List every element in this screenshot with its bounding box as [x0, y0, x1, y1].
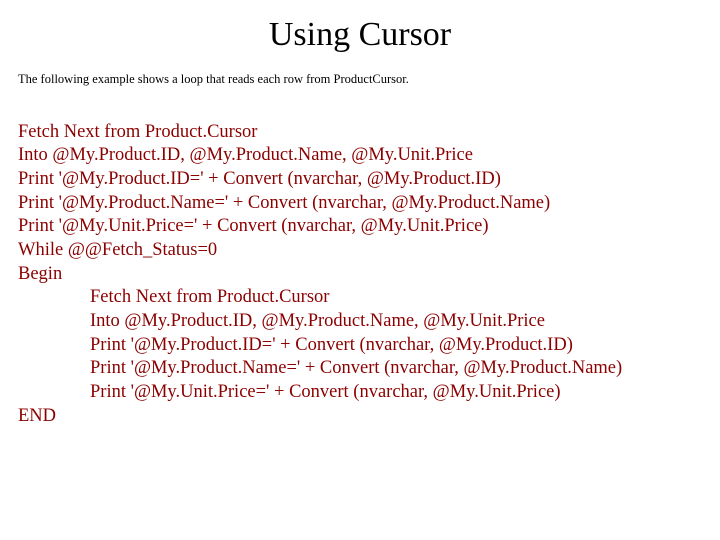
code-line: Print '@My.Product.Name=' + Convert (nva…	[90, 358, 622, 378]
code-line: Into @My.Product.ID, @My.Product.Name, @…	[90, 311, 545, 331]
code-line: Fetch Next from Product.Cursor	[18, 122, 257, 142]
code-line: Begin	[18, 264, 62, 284]
code-line: END	[18, 406, 56, 426]
code-line: Print '@My.Product.Name=' + Convert (nva…	[18, 193, 550, 213]
code-line: Print '@My.Unit.Price=' + Convert (nvarc…	[90, 382, 561, 402]
code-line: While @@Fetch_Status=0	[18, 240, 217, 260]
code-line: Print '@My.Product.ID=' + Convert (nvarc…	[90, 335, 573, 355]
code-line: Print '@My.Unit.Price=' + Convert (nvarc…	[18, 216, 489, 236]
slide: Using Cursor The following example shows…	[0, 0, 720, 540]
code-block: Fetch Next from Product.Cursor Into @My.…	[0, 97, 720, 428]
slide-title: Using Cursor	[0, 0, 720, 64]
code-line: Fetch Next from Product.Cursor	[90, 287, 329, 307]
intro-text: The following example shows a loop that …	[0, 64, 720, 97]
code-line: Into @My.Product.ID, @My.Product.Name, @…	[18, 145, 473, 165]
code-line: Print '@My.Product.ID=' + Convert (nvarc…	[18, 169, 501, 189]
